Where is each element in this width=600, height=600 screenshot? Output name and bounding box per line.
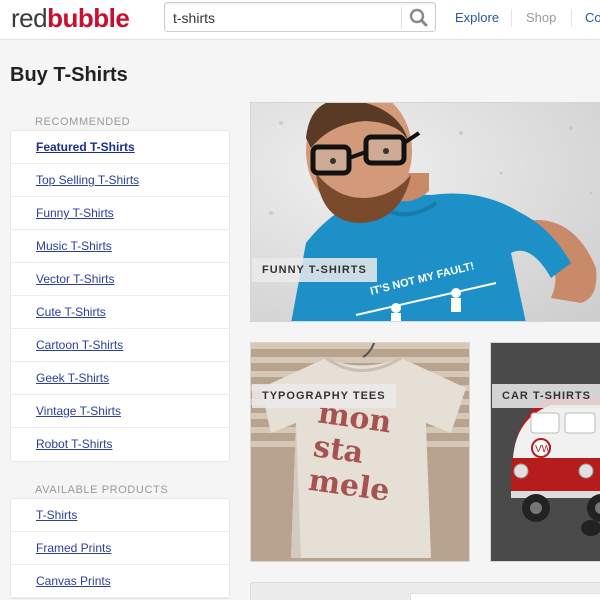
available-products-section-label: AVAILABLE PRODUCTS (35, 484, 169, 496)
top-header: redbubble Explore Shop Co (0, 0, 600, 40)
funny-tshirt-photo (251, 103, 600, 321)
search-button[interactable] (405, 6, 433, 30)
car-t-shirts-tile[interactable]: VW CAR T-SHIRTS (490, 342, 600, 562)
bottom-card-inner (410, 593, 600, 600)
sidebar-item-vintage-t-shirts[interactable]: Vintage T-Shirts (11, 395, 229, 428)
funny-t-shirts-label: FUNNY T-SHIRTS (252, 258, 377, 282)
sidebar-item-top-selling-t-shirts[interactable]: Top Selling T-Shirts (11, 164, 229, 197)
page-title: Buy T-Shirts (10, 64, 128, 86)
recommended-section-label: RECOMMENDED (35, 116, 131, 128)
nav-explore-link[interactable]: Explore (455, 0, 499, 36)
nav-divider (571, 9, 572, 27)
sidebar-item-music-t-shirts[interactable]: Music T-Shirts (11, 230, 229, 263)
shirt-graphic-text: mon sta mele (306, 395, 394, 509)
sidebar-item-robot-t-shirts[interactable]: Robot T-Shirts (11, 428, 229, 461)
car-tshirt-photo: VW (491, 343, 600, 561)
car-t-shirts-label: CAR T-SHIRTS (492, 384, 600, 408)
sidebar-item-cute-t-shirts[interactable]: Cute T-Shirts (11, 296, 229, 329)
sidebar-item-framed-prints[interactable]: Framed Prints (11, 532, 229, 565)
typography-tees-label: TYPOGRAPHY TEES (252, 384, 396, 408)
typography-tees-tile[interactable]: mon sta mele TYPOGRAPHY TEES (250, 342, 470, 562)
sidebar-item-t-shirts[interactable]: T-Shirts (11, 499, 229, 532)
nav-co-link[interactable]: Co (585, 0, 600, 36)
search-box (164, 2, 436, 32)
redbubble-logo[interactable]: redbubble (11, 3, 130, 34)
search-input[interactable] (173, 8, 401, 28)
sidebar-item-cartoon-t-shirts[interactable]: Cartoon T-Shirts (11, 329, 229, 362)
search-divider (401, 7, 402, 29)
sidebar-item-canvas-prints[interactable]: Canvas Prints (11, 565, 229, 598)
sidebar-item-geek-t-shirts[interactable]: Geek T-Shirts (11, 362, 229, 395)
sidebar-item-featured-t-shirts[interactable]: Featured T-Shirts (11, 131, 229, 164)
products-panel: T-Shirts Framed Prints Canvas Prints (10, 498, 230, 599)
sidebar-item-funny-t-shirts[interactable]: Funny T-Shirts (11, 197, 229, 230)
recommended-panel: Featured T-Shirts Top Selling T-Shirts F… (10, 130, 230, 462)
search-icon (409, 8, 428, 27)
nav-divider (511, 9, 512, 27)
svg-text:VW: VW (535, 444, 552, 455)
nav-shop-link[interactable]: Shop (526, 0, 556, 36)
funny-t-shirts-tile[interactable]: IT'S NOT MY FAULT! FUNNY T-SHIRTS (250, 102, 600, 322)
sidebar-item-vector-t-shirts[interactable]: Vector T-Shirts (11, 263, 229, 296)
